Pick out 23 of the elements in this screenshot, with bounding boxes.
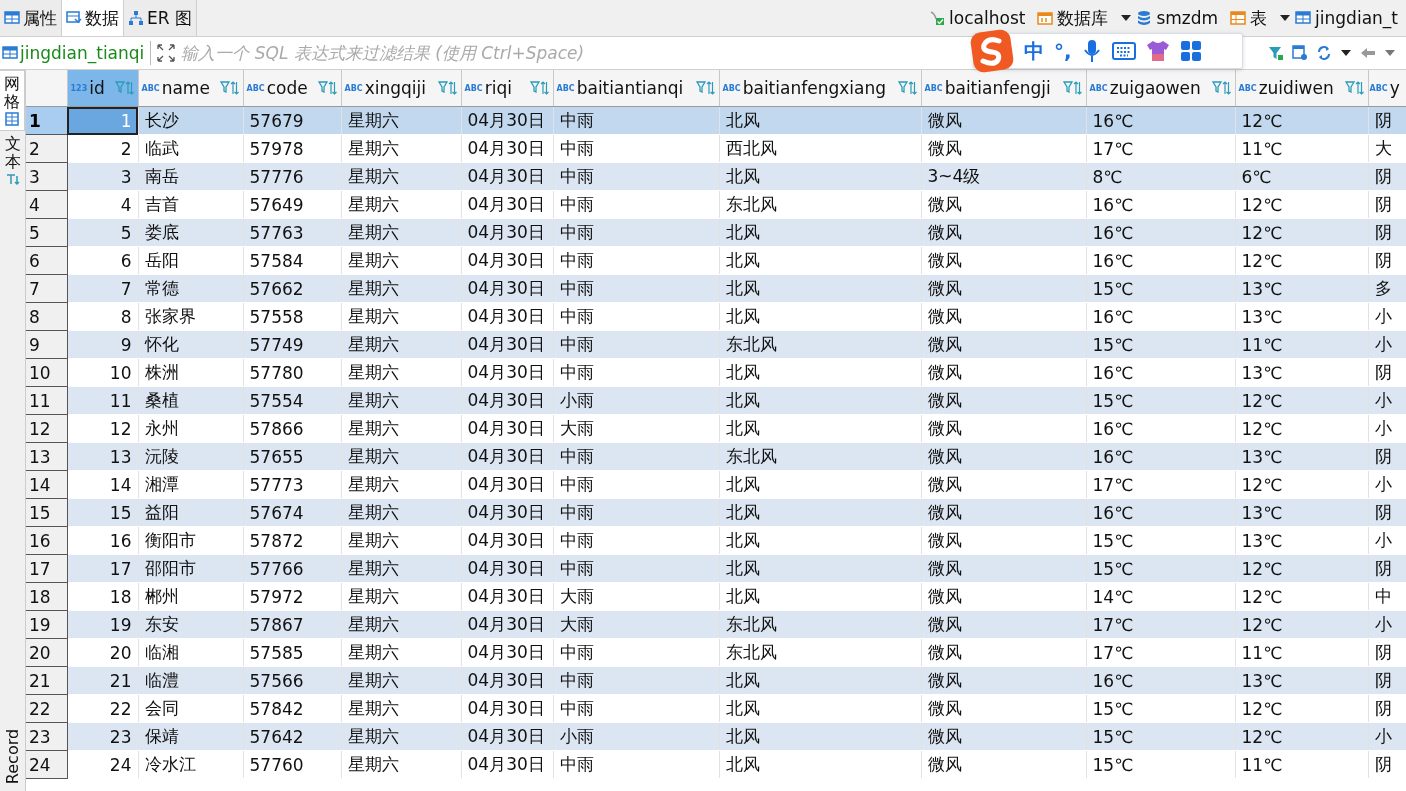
type-label: ABC xyxy=(1089,84,1108,93)
type-label: 123 xyxy=(70,84,88,93)
type-label: ABC xyxy=(246,84,265,93)
type-label: ABC xyxy=(722,84,741,93)
column-name: zuidiwen xyxy=(1258,78,1335,98)
column-name: baitianfengxiang xyxy=(742,78,887,98)
type-label: ABC xyxy=(556,84,575,93)
type-label: ABC xyxy=(344,84,363,93)
column-name: code xyxy=(266,78,309,98)
column-name: zuigaowen xyxy=(1109,78,1202,98)
column-name: baitiantianqi xyxy=(576,78,685,98)
column-name: name xyxy=(161,78,211,98)
type-label: ABC xyxy=(464,84,483,93)
table-name: jingdian_tianqi xyxy=(20,43,145,63)
column-name: riqi xyxy=(484,78,513,98)
column-name: id xyxy=(89,78,106,98)
type-label: ABC xyxy=(1369,84,1388,93)
column-name: baitianfengji xyxy=(944,78,1052,98)
type-label: ABC xyxy=(141,84,160,93)
column-name: y xyxy=(1389,78,1401,98)
type-label: ABC xyxy=(924,84,943,93)
column-name: xingqiji xyxy=(364,78,427,98)
type-label: ABC xyxy=(1238,84,1257,93)
